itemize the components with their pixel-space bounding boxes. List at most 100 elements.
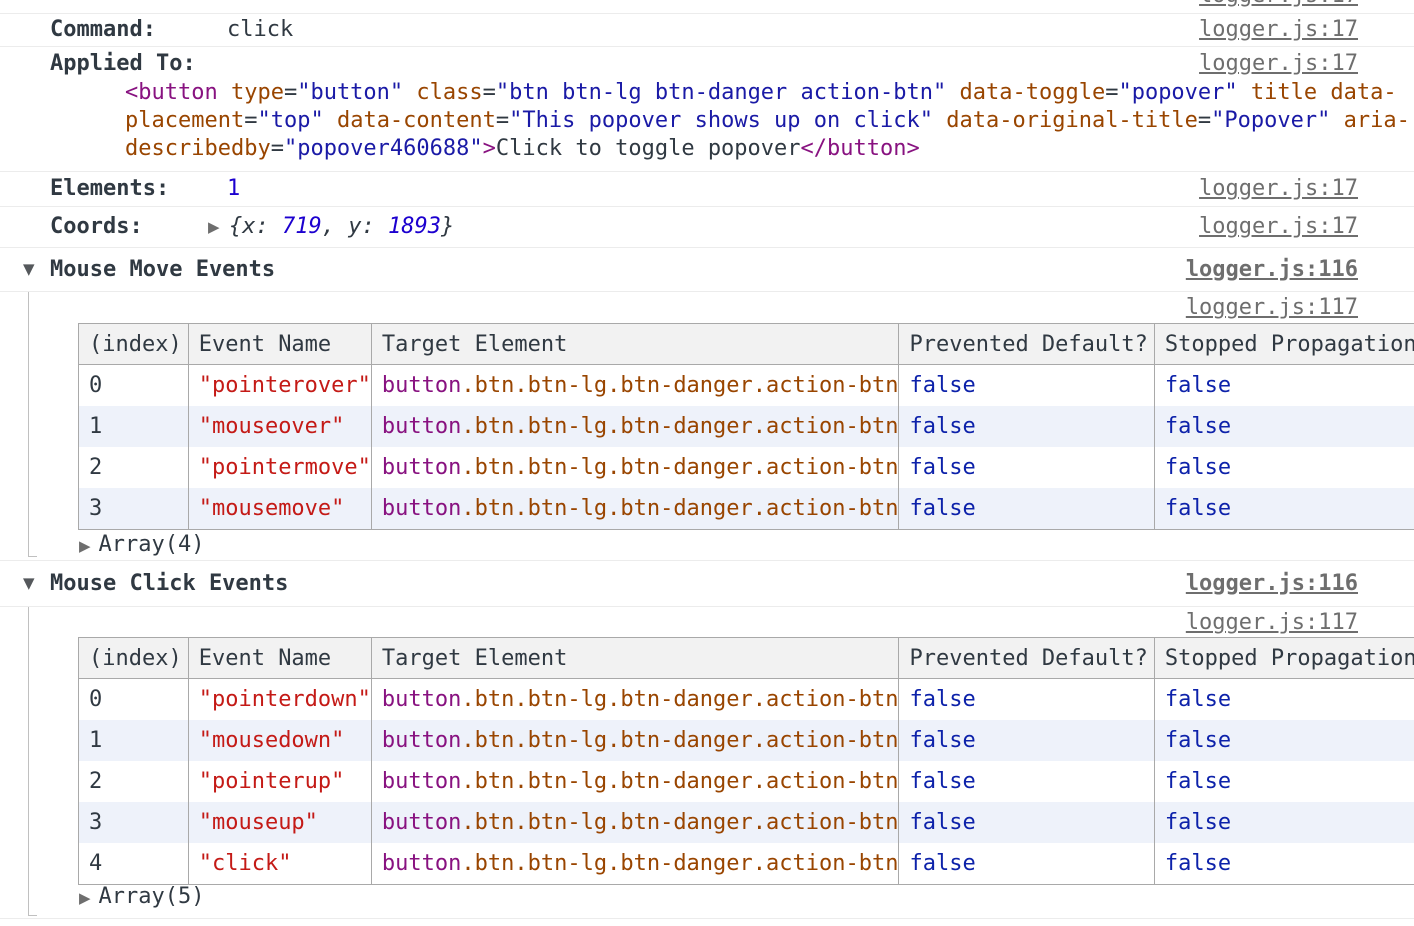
table-cell: button.btn.btn-lg.btn-danger.action-btn: [371, 843, 899, 885]
table-header-cell[interactable]: Event Name: [188, 638, 371, 679]
table-header-cell[interactable]: Prevented Default?: [899, 324, 1154, 365]
table-cell: 0: [79, 365, 189, 407]
log-entry-partial: logger.js:17: [0, 0, 1414, 13]
table-cell: "mouseover": [188, 406, 371, 447]
table-cell: 3: [79, 488, 189, 530]
log-entry-command: Command: click logger.js:17: [0, 13, 1414, 47]
array-preview[interactable]: ▶Array(4): [79, 532, 205, 558]
disclosure-triangle-icon[interactable]: ▶: [208, 207, 220, 247]
table-cell: false: [1154, 761, 1414, 802]
log-entry-applied-to: Applied To: <button type="button" class=…: [0, 46, 1414, 172]
table-header-cell[interactable]: Event Name: [188, 324, 371, 365]
source-link[interactable]: logger.js:17: [1199, 14, 1358, 46]
table-cell: "mouseup": [188, 802, 371, 843]
log-entry-elements: Elements: 1 logger.js:17: [0, 171, 1414, 207]
table-cell: false: [1154, 802, 1414, 843]
element-html[interactable]: <button type="button" class="btn btn-lg …: [125, 79, 1414, 163]
table-row: 0"pointerover"button.btn.btn-lg.btn-dang…: [79, 365, 1414, 407]
log-entry-coords: Coords: ▶ {x: 719, y: 1893} logger.js:17: [0, 206, 1414, 248]
disclosure-triangle-icon[interactable]: ▶: [79, 885, 91, 911]
table-row: 4"click"button.btn.btn-lg.btn-danger.act…: [79, 843, 1414, 885]
table-cell: false: [1154, 447, 1414, 488]
group-title: Mouse Click Events: [50, 571, 288, 596]
command-label: Command:: [50, 17, 156, 42]
table-header-cell[interactable]: Stopped Propagation?: [1154, 638, 1414, 679]
table-header-row: (index)Event NameTarget ElementPrevented…: [79, 638, 1414, 679]
table-header-cell[interactable]: (index): [79, 638, 189, 679]
table-cell: button.btn.btn-lg.btn-danger.action-btn: [371, 720, 899, 761]
object-preview[interactable]: {x: 719, y: 1893}: [229, 207, 454, 247]
console-table-wrap: (index)Event NameTarget ElementPrevented…: [78, 323, 1414, 530]
table-cell: button.btn.btn-lg.btn-danger.action-btn: [371, 679, 899, 721]
table-cell: 4: [79, 843, 189, 885]
source-link[interactable]: logger.js:117: [1186, 295, 1358, 321]
divider: [0, 918, 1414, 919]
table-cell: false: [1154, 406, 1414, 447]
table-row: 3"mouseup"button.btn.btn-lg.btn-danger.a…: [79, 802, 1414, 843]
table-cell: "pointerover": [188, 365, 371, 407]
source-link[interactable]: logger.js:17: [1199, 172, 1358, 206]
group-title: Mouse Move Events: [50, 257, 275, 282]
table-header-cell[interactable]: Stopped Propagation?: [1154, 324, 1414, 365]
source-link[interactable]: logger.js:17: [1199, 51, 1358, 76]
table-cell: false: [899, 488, 1154, 530]
table-header-cell[interactable]: Target Element: [371, 638, 899, 679]
table-row: 0"pointerdown"button.btn.btn-lg.btn-dang…: [79, 679, 1414, 721]
table-header-row: (index)Event NameTarget ElementPrevented…: [79, 324, 1414, 365]
table-cell: false: [899, 365, 1154, 407]
table-cell: "mousemove": [188, 488, 371, 530]
source-link[interactable]: logger.js:116: [1186, 561, 1358, 606]
table-cell: "pointerdown": [188, 679, 371, 721]
table-header-cell[interactable]: (index): [79, 324, 189, 365]
table-cell: button.btn.btn-lg.btn-danger.action-btn: [371, 488, 899, 530]
table-cell: 1: [79, 406, 189, 447]
array-preview[interactable]: ▶ Array(5): [79, 884, 205, 910]
group-guide-line: [28, 292, 37, 557]
console-table: (index)Event NameTarget ElementPrevented…: [78, 637, 1414, 885]
table-cell: false: [1154, 720, 1414, 761]
source-link[interactable]: logger.js:117: [1186, 610, 1358, 636]
table-row: 1"mouseover"button.btn.btn-lg.btn-danger…: [79, 406, 1414, 447]
elements-label: Elements:: [50, 176, 169, 201]
group-content-mouse-click-events: logger.js:117 (index)Event NameTarget El…: [0, 606, 1414, 919]
table-row: 3"mousemove"button.btn.btn-lg.btn-danger…: [79, 488, 1414, 530]
table-cell: 1: [79, 720, 189, 761]
table-row: 1"mousedown"button.btn.btn-lg.btn-danger…: [79, 720, 1414, 761]
group-header-mouse-move-events[interactable]: ▼ Mouse Move Events logger.js:116: [0, 247, 1414, 292]
table-header-cell[interactable]: Prevented Default?: [899, 638, 1154, 679]
coords-label: Coords:: [50, 214, 143, 239]
table-row: 2"pointermove"button.btn.btn-lg.btn-dang…: [79, 447, 1414, 488]
triangle-down-icon[interactable]: ▼: [23, 248, 35, 291]
table-cell: 3: [79, 802, 189, 843]
table-cell: false: [1154, 488, 1414, 530]
table-cell: false: [1154, 843, 1414, 885]
triangle-down-icon[interactable]: ▼: [23, 561, 35, 606]
table-cell: false: [1154, 679, 1414, 721]
element-html-line: describedby="popover460688">Click to tog…: [125, 135, 1414, 163]
table-cell: button.btn.btn-lg.btn-danger.action-btn: [371, 761, 899, 802]
source-link[interactable]: logger.js:116: [1186, 248, 1358, 291]
console-table-wrap: (index)Event NameTarget ElementPrevented…: [78, 637, 1414, 885]
table-cell: false: [899, 802, 1154, 843]
table-cell: 0: [79, 679, 189, 721]
table-cell: 2: [79, 761, 189, 802]
source-link[interactable]: logger.js:17: [1199, 0, 1358, 8]
group-guide-line: [28, 607, 37, 916]
group-header-mouse-click-events[interactable]: ▼ Mouse Click Events logger.js:116: [0, 560, 1414, 607]
console-table: (index)Event NameTarget ElementPrevented…: [78, 323, 1414, 530]
element-html-line: <button type="button" class="btn btn-lg …: [125, 79, 1414, 107]
table-cell: "pointerup": [188, 761, 371, 802]
element-html-line: placement="top" data-content="This popov…: [125, 107, 1414, 135]
table-header-cell[interactable]: Target Element: [371, 324, 899, 365]
array-label: Array(5): [99, 884, 205, 909]
table-cell: false: [899, 843, 1154, 885]
table-cell: 2: [79, 447, 189, 488]
table-cell: false: [1154, 365, 1414, 407]
disclosure-triangle-icon[interactable]: ▶: [79, 533, 91, 559]
group-content-mouse-move-events: logger.js:117 (index)Event NameTarget El…: [0, 291, 1414, 561]
table-cell: false: [899, 679, 1154, 721]
source-link[interactable]: logger.js:17: [1199, 207, 1358, 247]
command-value: click: [227, 14, 293, 46]
table-cell: false: [899, 447, 1154, 488]
table-cell: button.btn.btn-lg.btn-danger.action-btn: [371, 365, 899, 407]
